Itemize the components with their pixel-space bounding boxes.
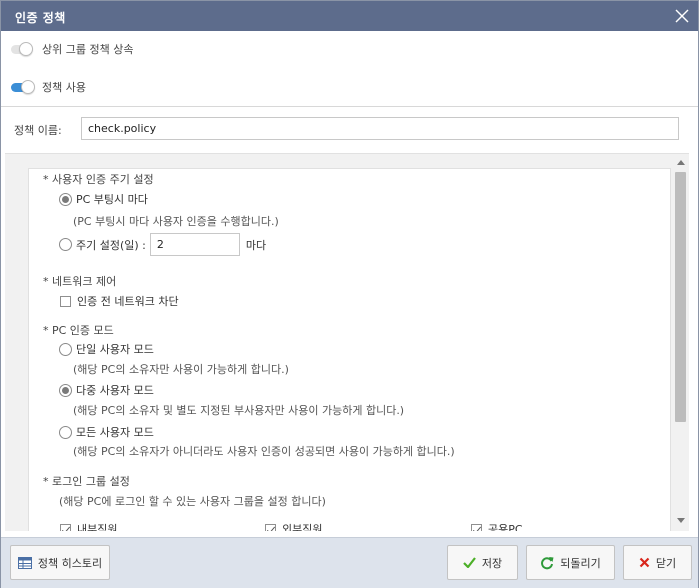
policy-name-label: 정책 이름: [14, 124, 62, 137]
vertical-scrollbar[interactable] [674, 154, 688, 529]
group-option[interactable]: 외부직원 [265, 521, 322, 531]
multi-user-radio[interactable] [59, 383, 72, 397]
inherit-toggle-row: 상위 그룹 정책 상속 [11, 39, 133, 59]
group-checkbox[interactable] [60, 523, 71, 531]
period-option: 주기 설정(일) : 마다 [59, 233, 266, 256]
use-policy-toggle-label: 정책 사용 [42, 81, 86, 94]
group-label: 공용PC [488, 523, 523, 531]
policy-history-button[interactable]: 정책 히스토리 [10, 545, 110, 580]
period-option-label: 주기 설정(일) : [76, 238, 146, 252]
revert-button[interactable]: 되돌리기 [526, 545, 615, 580]
divider [1, 106, 698, 107]
network-block-label: 인증 전 네트워크 차단 [77, 295, 179, 308]
all-user-option[interactable]: 모든 사용자 모드 [59, 424, 154, 440]
policy-history-label: 정책 히스토리 [37, 556, 103, 570]
close-icon[interactable] [672, 6, 692, 26]
auth-policy-dialog: 인증 정책 상위 그룹 정책 상속 정책 사용 정책 이름: * [0, 0, 699, 588]
multi-user-option[interactable]: 다중 사용자 모드 [59, 382, 154, 398]
group-option[interactable]: 공용PC [471, 521, 523, 531]
auth-mode-title: * PC 인증 모드 [43, 324, 114, 337]
auth-cycle-title: * 사용자 인증 주기 설정 [43, 173, 154, 186]
all-user-desc: (해당 PC의 소유자가 아니더라도 사용자 인증이 성공되면 사용이 가능하게… [73, 445, 455, 458]
period-radio[interactable] [59, 238, 72, 251]
revert-label: 되돌리기 [560, 556, 601, 570]
network-block-checkbox[interactable] [60, 295, 71, 307]
table-icon [17, 556, 32, 569]
boot-option-label: PC 부팅시 마다 [76, 193, 148, 206]
period-suffix: 마다 [245, 238, 267, 252]
settings-panel: * 사용자 인증 주기 설정 PC 부팅시 마다 (PC 부팅시 마다 사용자 … [5, 153, 689, 531]
group-label: 외부직원 [282, 523, 323, 531]
group-label: 내부직원 [77, 523, 118, 531]
single-user-desc: (해당 PC의 소유자만 사용이 가능하게 합니다.) [73, 363, 289, 376]
boot-radio[interactable] [59, 192, 72, 206]
group-checkbox[interactable] [265, 523, 276, 531]
use-toggle-row: 정책 사용 [11, 77, 86, 97]
policy-name-input[interactable] [81, 117, 679, 140]
group-checkbox[interactable] [471, 523, 482, 531]
save-button[interactable]: 저장 [447, 545, 518, 580]
refresh-icon [540, 556, 554, 570]
x-icon [639, 557, 650, 568]
scroll-down-icon[interactable] [677, 518, 685, 523]
network-block-option[interactable]: 인증 전 네트워크 차단 [60, 293, 179, 309]
all-user-label: 모든 사용자 모드 [76, 426, 154, 439]
boot-option-desc: (PC 부팅시 마다 사용자 인증을 수행합니다.) [73, 215, 279, 228]
multi-user-label: 다중 사용자 모드 [76, 384, 154, 397]
save-label: 저장 [481, 556, 503, 570]
period-days-input[interactable] [149, 233, 240, 256]
scroll-up-icon[interactable] [677, 160, 685, 165]
single-user-radio[interactable] [59, 342, 72, 356]
all-user-radio[interactable] [59, 425, 72, 439]
login-group-title: * 로그인 그룹 설정 [43, 475, 130, 488]
group-option[interactable]: 내부직원 [60, 521, 117, 531]
dialog-title: 인증 정책 [15, 11, 66, 25]
login-group-desc: (해당 PC에 로그인 할 수 있는 사용자 그룹을 설정 합니다) [59, 495, 326, 508]
dialog-titlebar: 인증 정책 [1, 1, 698, 31]
policy-name-row: 정책 이름: [14, 117, 684, 141]
use-policy-toggle[interactable] [11, 80, 35, 94]
close-label: 닫기 [655, 556, 677, 570]
inherit-toggle-label: 상위 그룹 정책 상속 [42, 43, 134, 56]
multi-user-desc: (해당 PC의 소유자 및 별도 지정된 부사용자만 사용이 가능하게 합니다.… [73, 404, 405, 417]
boot-option[interactable]: PC 부팅시 마다 [59, 191, 148, 207]
single-user-label: 단일 사용자 모드 [76, 343, 154, 356]
network-title: * 네트워크 제어 [43, 275, 117, 288]
single-user-option[interactable]: 단일 사용자 모드 [59, 341, 154, 357]
inherit-toggle[interactable] [11, 42, 35, 56]
dialog-footer: 정책 히스토리 저장 되돌리기 닫기 [1, 537, 698, 588]
close-button[interactable]: 닫기 [623, 545, 692, 580]
settings-content: * 사용자 인증 주기 설정 PC 부팅시 마다 (PC 부팅시 마다 사용자 … [28, 168, 671, 531]
check-icon [463, 557, 476, 568]
scrollbar-thumb[interactable] [675, 172, 686, 422]
